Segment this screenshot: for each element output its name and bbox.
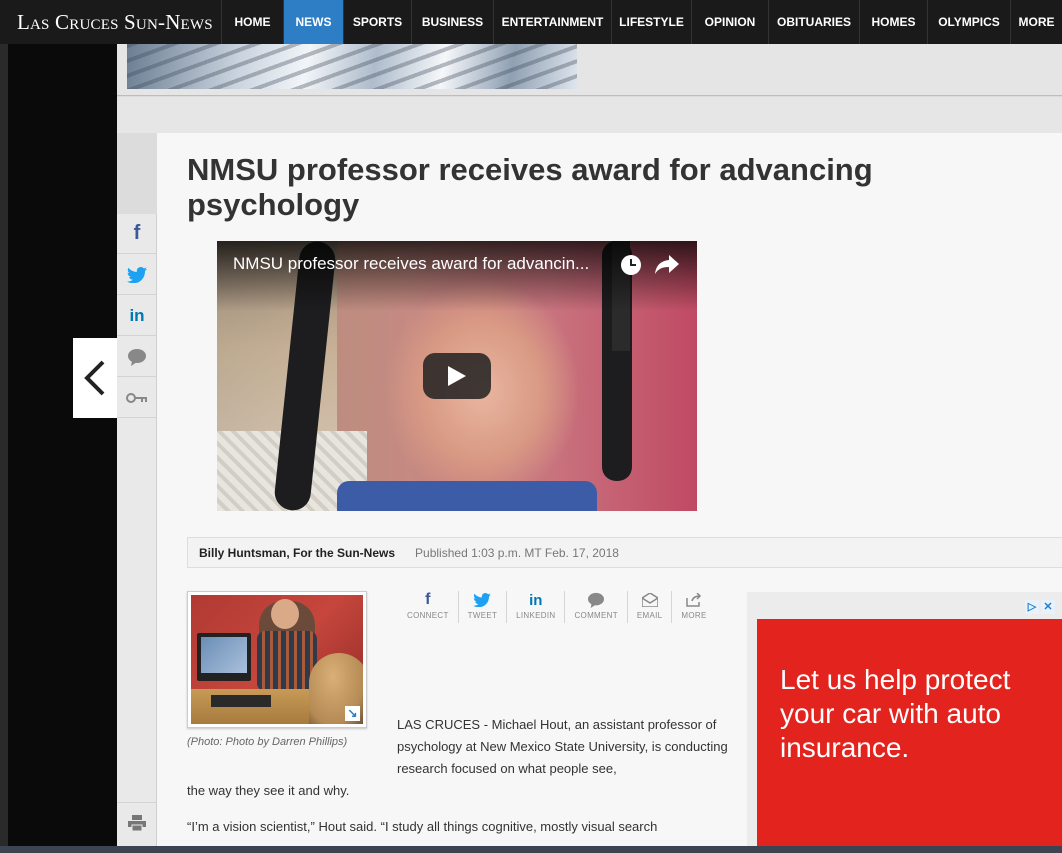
linkedin-button[interactable]: in LINKEDIN bbox=[507, 591, 566, 623]
banner-image bbox=[127, 44, 577, 89]
nav-item-business[interactable]: BUSINESS bbox=[411, 0, 493, 44]
share-label: TWEET bbox=[467, 611, 498, 620]
share-facebook-button[interactable]: f bbox=[117, 214, 157, 254]
article-headline: NMSU professor receives award for advanc… bbox=[187, 152, 873, 222]
nav-item-sports[interactable]: SPORTS bbox=[343, 0, 411, 44]
lead-paragraph: LAS CRUCES - Michael Hout, an assistant … bbox=[397, 717, 728, 776]
body-paragraph: “I’m a vision scientist,” Hout said. “I … bbox=[187, 819, 658, 834]
print-icon bbox=[128, 814, 146, 831]
more-share-button[interactable]: MORE bbox=[672, 591, 715, 623]
site-logo[interactable]: Las Cruces Sun-News bbox=[0, 0, 221, 44]
tweet-button[interactable]: TWEET bbox=[459, 591, 508, 623]
close-ad-icon[interactable]: ✕ bbox=[1041, 600, 1055, 614]
play-button[interactable] bbox=[423, 353, 491, 399]
share-arrow-icon[interactable] bbox=[655, 255, 679, 275]
inline-share-row: f CONNECT TWEET in LINKEDIN COMMENT EMAI… bbox=[398, 591, 716, 627]
linkedin-icon: in bbox=[529, 591, 543, 609]
author-name[interactable]: Billy Huntsman, For the Sun-News bbox=[199, 546, 395, 560]
side-share-bar: f in bbox=[117, 214, 157, 853]
linkedin-icon: in bbox=[129, 305, 145, 325]
photo-credit: (Photo: Photo by Darren Phillips) bbox=[187, 736, 348, 748]
watch-later-icon[interactable] bbox=[621, 255, 641, 275]
byline: Billy Huntsman, For the Sun-News Publish… bbox=[187, 537, 1062, 568]
nav-item-entertainment[interactable]: ENTERTAINMENT bbox=[493, 0, 611, 44]
more-icon bbox=[686, 591, 702, 609]
twitter-icon bbox=[473, 591, 492, 609]
comment-button[interactable]: COMMENT bbox=[565, 591, 628, 623]
chevron-left-icon bbox=[84, 360, 105, 396]
photo-shirt bbox=[257, 631, 317, 691]
photo-monitor bbox=[197, 633, 251, 681]
print-button[interactable] bbox=[117, 802, 157, 842]
play-icon bbox=[448, 366, 466, 386]
share-label: COMMENT bbox=[574, 611, 618, 620]
left-edge bbox=[0, 44, 8, 853]
video-frame-chinrest bbox=[337, 481, 597, 511]
key-icon bbox=[126, 392, 147, 403]
lead-paragraph-tail: the way they see it and why. bbox=[187, 783, 350, 798]
comment-button[interactable] bbox=[117, 337, 157, 377]
facebook-icon: f bbox=[425, 591, 431, 608]
article-photo[interactable]: ↘ bbox=[187, 591, 367, 728]
share-label: CONNECT bbox=[407, 611, 449, 620]
ad-choices[interactable]: ▷ ✕ bbox=[1025, 600, 1055, 614]
key-button[interactable] bbox=[117, 378, 157, 418]
nav-item-homes[interactable]: HOMES bbox=[859, 0, 927, 44]
previous-article-button[interactable] bbox=[73, 338, 117, 418]
email-button[interactable]: EMAIL bbox=[628, 591, 673, 623]
photo-head bbox=[271, 599, 299, 629]
video-title[interactable]: NMSU professor receives award for advanc… bbox=[233, 254, 589, 274]
ad-headline[interactable]: Let us help protect your car with auto i… bbox=[780, 663, 1060, 765]
share-label: LINKEDIN bbox=[516, 611, 556, 620]
bottom-bar bbox=[0, 846, 1062, 853]
video-player[interactable]: NMSU professor receives award for advanc… bbox=[217, 241, 697, 511]
facebook-icon: f bbox=[133, 222, 141, 244]
video-title-shade bbox=[217, 241, 697, 311]
nav-item-opinion[interactable]: OPINION bbox=[691, 0, 768, 44]
nav-item-lifestyle[interactable]: LIFESTYLE bbox=[611, 0, 691, 44]
adchoices-icon[interactable]: ▷ bbox=[1025, 600, 1039, 614]
nav-item-more[interactable]: MORE bbox=[1010, 0, 1062, 44]
nav-item-olympics[interactable]: OLYMPICS bbox=[927, 0, 1010, 44]
photo-keyboard bbox=[211, 695, 271, 707]
email-icon bbox=[641, 591, 658, 609]
top-nav: Las Cruces Sun-News HOME NEWS SPORTS BUS… bbox=[0, 0, 1062, 44]
nav-item-news[interactable]: NEWS bbox=[283, 0, 343, 44]
share-linkedin-button[interactable]: in bbox=[117, 296, 157, 336]
banner-band bbox=[117, 97, 1062, 133]
publish-date: Published 1:03 p.m. MT Feb. 17, 2018 bbox=[415, 545, 619, 560]
comment-icon bbox=[128, 348, 146, 366]
share-twitter-button[interactable] bbox=[117, 255, 157, 295]
comment-icon bbox=[587, 591, 605, 609]
twitter-icon bbox=[127, 266, 147, 283]
photo-image: ↘ bbox=[191, 595, 363, 724]
share-label: MORE bbox=[681, 611, 707, 620]
share-label: EMAIL bbox=[636, 611, 663, 620]
nav-item-home[interactable]: HOME bbox=[221, 0, 283, 44]
expand-icon[interactable]: ↘ bbox=[345, 706, 360, 721]
nav-item-obituaries[interactable]: OBITUARIES bbox=[768, 0, 859, 44]
connect-button[interactable]: f CONNECT bbox=[398, 591, 459, 623]
